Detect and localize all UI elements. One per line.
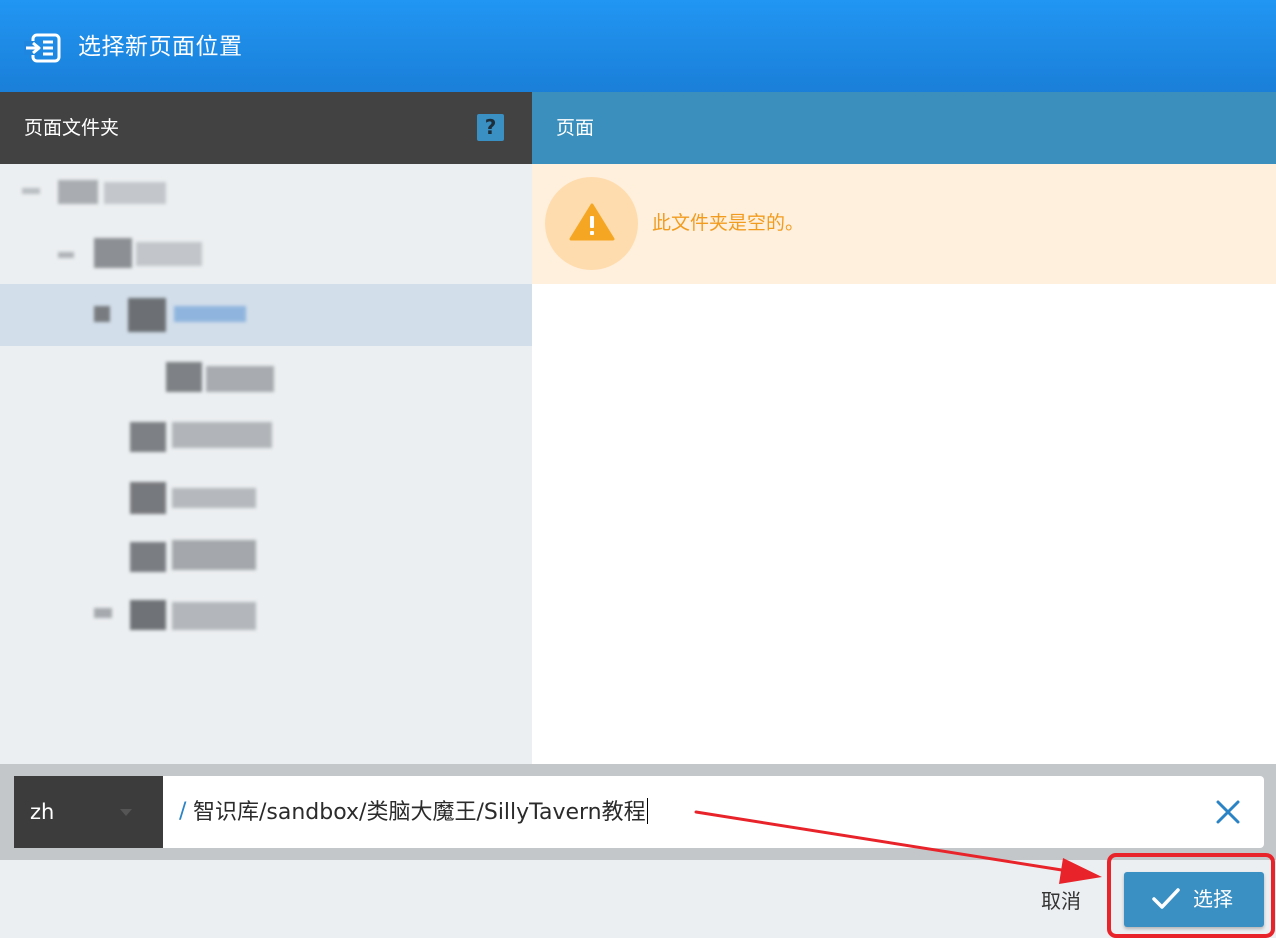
warning-icon-circle (545, 177, 638, 270)
help-icon[interactable]: ? (477, 114, 504, 141)
annotation-highlight-box (1107, 853, 1275, 938)
close-icon[interactable] (1214, 798, 1242, 826)
cancel-button[interactable]: 取消 (1041, 887, 1081, 915)
pages-panel-title: 页面 (556, 117, 595, 139)
path-input[interactable]: / 智识库/sandbox/类脑大魔王/SillyTavern教程 (163, 776, 1264, 848)
pages-panel-header: 页面 (532, 92, 1276, 164)
tree-item[interactable] (0, 470, 532, 526)
folder-tree (0, 164, 532, 764)
tree-item-selected[interactable] (0, 284, 532, 346)
dialog-title: 选择新页面位置 (78, 34, 243, 60)
warning-icon (569, 203, 615, 241)
dialog-header: 选择新页面位置 (0, 0, 1276, 92)
locale-select[interactable]: zh (14, 776, 163, 848)
tree-item[interactable] (0, 408, 532, 464)
tree-item[interactable] (0, 528, 532, 584)
text-cursor (646, 798, 648, 824)
tree-item[interactable] (0, 588, 532, 644)
select-page-location-dialog: 选择新页面位置 页面文件夹 ? 页面 此文件夹是空的。 zh / 智识库/san… (0, 0, 1276, 938)
folders-panel-header: 页面文件夹 (0, 92, 532, 164)
folders-panel-title: 页面文件夹 (24, 117, 120, 139)
tree-item[interactable] (0, 350, 532, 406)
tree-item[interactable] (0, 224, 532, 280)
dialog-footer (0, 860, 1276, 938)
caret-down-icon (120, 809, 132, 816)
empty-folder-message: 此文件夹是空的。 (652, 212, 805, 234)
tree-item[interactable] (0, 164, 532, 220)
empty-folder-alert: 此文件夹是空的。 (532, 164, 1276, 284)
path-value: 智识库/sandbox/类脑大魔王/SillyTavern教程 (193, 798, 648, 825)
path-root-slash: / (179, 799, 187, 824)
locale-value: zh (30, 800, 55, 824)
page-move-icon (24, 33, 61, 63)
